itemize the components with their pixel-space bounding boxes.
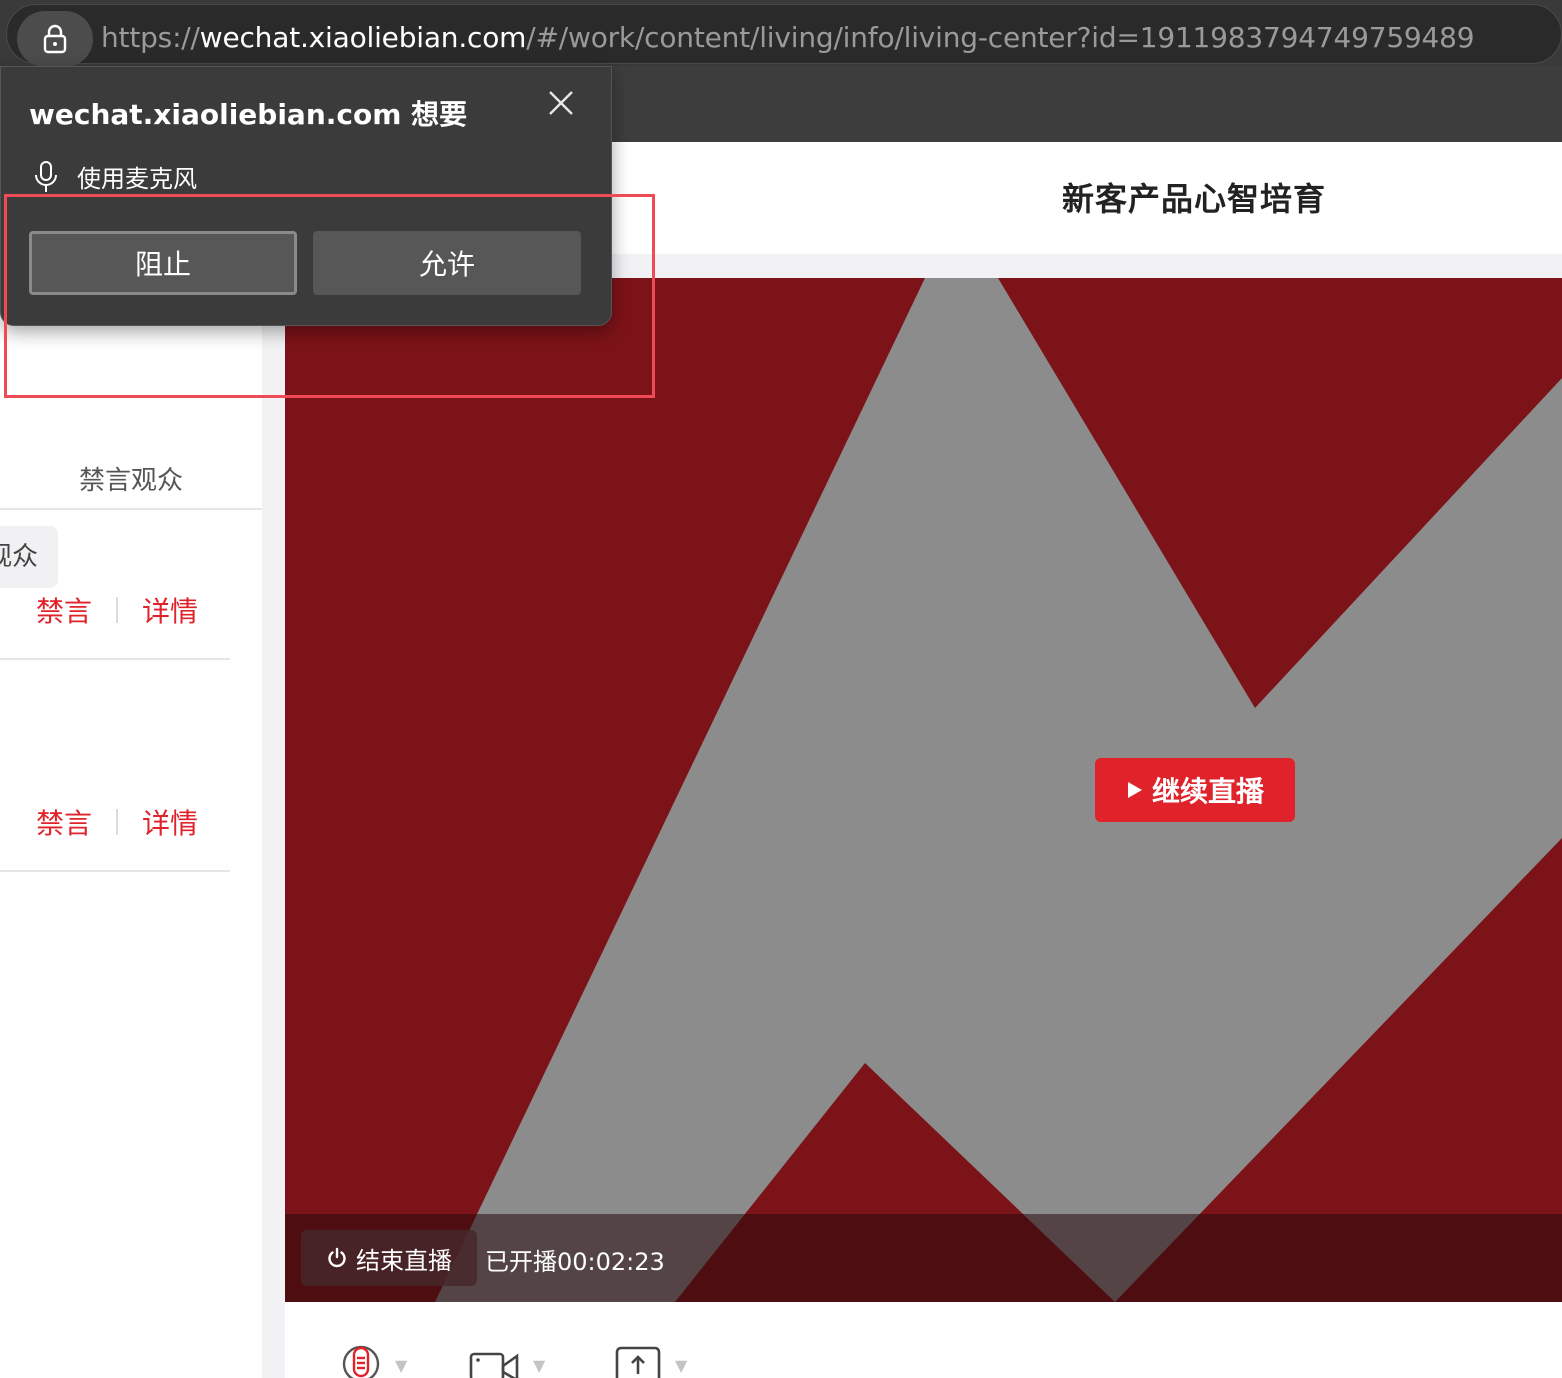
divider bbox=[0, 508, 262, 510]
video-frame-logo bbox=[285, 278, 1562, 1302]
url-path: /#/work/content/living/info/living-cente… bbox=[526, 21, 1475, 54]
permission-item: 使用麦克风 bbox=[33, 159, 197, 194]
microphone-icon bbox=[35, 160, 57, 192]
divider bbox=[116, 809, 119, 835]
chevron-down-icon[interactable]: ▼ bbox=[395, 1356, 407, 1375]
permission-popup: wechat.xiaoliebian.com 想要 使用麦克风 阻止 允许 bbox=[0, 66, 612, 326]
mute-link[interactable]: 禁言 bbox=[36, 802, 92, 842]
camera-control[interactable]: ▼ bbox=[469, 1340, 545, 1378]
close-button[interactable] bbox=[541, 83, 581, 123]
microphone-control[interactable]: ▼ bbox=[341, 1340, 407, 1378]
microphone-icon bbox=[342, 1345, 380, 1378]
mute-link[interactable]: 禁言 bbox=[36, 590, 92, 630]
permission-label: 使用麦克风 bbox=[77, 165, 197, 193]
row-divider bbox=[0, 870, 230, 872]
row-divider bbox=[0, 658, 230, 660]
filter-chip-viewers[interactable]: 观众 bbox=[0, 526, 58, 588]
chevron-down-icon[interactable]: ▼ bbox=[675, 1356, 687, 1375]
divider bbox=[116, 597, 119, 623]
live-header: 新客产品心智培育 bbox=[612, 142, 1562, 254]
site-info-button[interactable] bbox=[17, 11, 93, 67]
resume-live-button[interactable]: 继续直播 bbox=[1095, 758, 1295, 822]
block-button[interactable]: 阻止 bbox=[29, 231, 297, 295]
tab-muted-viewers[interactable]: 禁言观众 bbox=[0, 460, 262, 497]
viewer-sidebar: 禁言观众 观众 禁言 详情 禁言 详情 bbox=[0, 142, 262, 1378]
share-screen-icon bbox=[615, 1346, 661, 1378]
viewer-row-actions: 禁言 详情 bbox=[36, 802, 198, 842]
address-bar: https://wechat.xiaoliebian.com/#/work/co… bbox=[0, 0, 1562, 67]
chevron-down-icon[interactable]: ▼ bbox=[533, 1356, 545, 1375]
end-live-button[interactable]: 结束直播 bbox=[301, 1230, 477, 1286]
url-field[interactable]: https://wechat.xiaoliebian.com/#/work/co… bbox=[6, 4, 1562, 67]
close-icon bbox=[549, 91, 573, 115]
live-video-preview[interactable]: 继续直播 结束直播 已开播00:02:23 bbox=[285, 278, 1562, 1302]
url-scheme: https:// bbox=[101, 21, 200, 54]
resume-live-label: 继续直播 bbox=[1151, 775, 1264, 808]
end-live-label: 结束直播 bbox=[356, 1246, 452, 1275]
detail-link[interactable]: 详情 bbox=[142, 590, 198, 630]
page-title: 新客产品心智培育 bbox=[1061, 180, 1326, 218]
video-status-bar: 结束直播 已开播00:02:23 bbox=[285, 1214, 1562, 1302]
detail-link[interactable]: 详情 bbox=[142, 802, 198, 842]
camera-icon bbox=[469, 1352, 519, 1378]
elapsed-time: 已开播00:02:23 bbox=[485, 1248, 665, 1276]
url-host: wechat.xiaoliebian.com bbox=[199, 21, 527, 54]
device-controls: ▼ ▼ ▼ bbox=[285, 1302, 1562, 1378]
lock-icon bbox=[43, 24, 67, 54]
play-icon bbox=[1127, 782, 1142, 798]
share-screen-control[interactable]: ▼ bbox=[615, 1340, 687, 1378]
permission-title: wechat.xiaoliebian.com 想要 bbox=[29, 98, 468, 131]
allow-button[interactable]: 允许 bbox=[313, 231, 581, 295]
power-icon bbox=[328, 1247, 346, 1268]
url-text: https://wechat.xiaoliebian.com/#/work/co… bbox=[101, 19, 1475, 57]
viewer-row-actions: 禁言 详情 bbox=[36, 590, 198, 630]
